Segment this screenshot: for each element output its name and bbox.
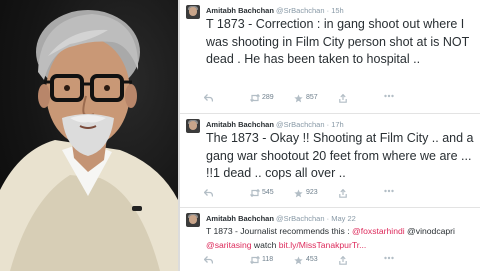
author-name[interactable]: Amitabh Bachchan <box>206 214 274 223</box>
reply-icon <box>204 189 213 197</box>
tweet-text: The 1873 - Okay !! Shooting at Film City… <box>206 131 474 180</box>
retweet-count: 289 <box>262 94 274 101</box>
tweet-time[interactable]: 17h <box>331 120 344 129</box>
share-icon <box>339 256 347 265</box>
tweet-card[interactable]: Amitabh Bachchan @SrBachchan · 15h T 187… <box>180 0 480 114</box>
author-handle[interactable]: @SrBachchan <box>276 214 324 223</box>
tweet-actions: 545 923 <box>204 187 474 199</box>
star-icon <box>294 256 303 265</box>
mention-plain[interactable]: @vinodcapri <box>405 226 455 236</box>
tweet-actions: 118 453 <box>204 254 474 266</box>
separator-dot: · <box>326 6 330 15</box>
favorite-count: 923 <box>306 189 318 196</box>
favorite-count: 453 <box>306 256 318 263</box>
tweets-column: Amitabh Bachchan @SrBachchan · 15h T 187… <box>180 0 480 271</box>
retweet-count: 118 <box>262 256 274 263</box>
tweet-time[interactable]: May 22 <box>331 214 356 223</box>
author-name[interactable]: Amitabh Bachchan <box>206 6 274 15</box>
tweet-card[interactable]: Amitabh Bachchan @SrBachchan · May 22 T … <box>180 208 480 271</box>
mention-link[interactable]: @saritasing <box>206 240 252 250</box>
tweet-header: Amitabh Bachchan @SrBachchan · May 22 <box>206 213 356 225</box>
retweet-icon <box>250 256 260 264</box>
tweet-card[interactable]: Amitabh Bachchan @SrBachchan · 17h The 1… <box>180 114 480 208</box>
separator-dot: · <box>326 214 330 223</box>
tweet-text-prefix: T 1873 - Journalist recommends this : <box>206 226 352 236</box>
more-icon <box>384 189 394 193</box>
retweet-icon <box>250 94 260 102</box>
star-icon <box>294 94 303 103</box>
url-link[interactable]: bit.ly/MissTanakpurTr... <box>279 240 367 250</box>
share-icon <box>339 94 347 103</box>
mention-link[interactable]: @foxstarhindi <box>352 226 405 236</box>
separator-dot: · <box>326 120 330 129</box>
tweet-actions: 289 857 <box>204 92 474 104</box>
retweet-count: 545 <box>262 189 274 196</box>
more-icon <box>384 256 394 260</box>
avatar[interactable] <box>186 5 200 19</box>
star-icon <box>294 189 303 198</box>
tweet-text: T 1873 - Correction : in gang shoot out … <box>206 17 470 66</box>
avatar[interactable] <box>186 119 200 133</box>
share-icon <box>339 189 347 198</box>
reply-icon <box>204 256 213 264</box>
tweet-time[interactable]: 15h <box>331 6 344 15</box>
tweet-text: T 1873 - Journalist recommends this : @f… <box>206 225 478 252</box>
author-handle[interactable]: @SrBachchan <box>276 6 324 15</box>
portrait-illustration <box>0 10 178 271</box>
more-icon <box>384 94 394 98</box>
favorite-count: 857 <box>306 94 318 101</box>
reply-icon <box>204 94 213 102</box>
retweet-icon <box>250 189 260 197</box>
tweet-text-mid: watch <box>251 239 279 250</box>
author-handle[interactable]: @SrBachchan <box>276 120 324 129</box>
author-name[interactable]: Amitabh Bachchan <box>206 120 274 129</box>
portrait-photo <box>0 0 178 271</box>
avatar[interactable] <box>186 213 200 227</box>
